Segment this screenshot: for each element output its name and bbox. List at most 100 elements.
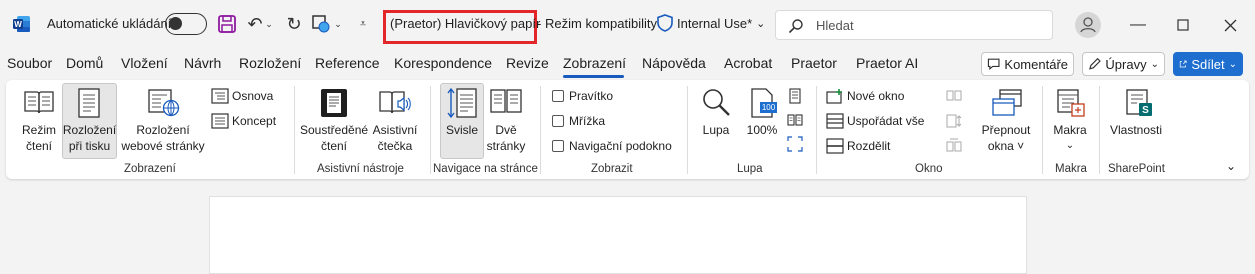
view-ribbon: Režim čtení Rozložení při tisku Rozložen… <box>6 80 1249 179</box>
share-icon <box>1179 60 1187 68</box>
tab-layout[interactable]: Rozložení <box>239 55 301 71</box>
nav-pane-checkbox[interactable] <box>552 140 564 152</box>
macros-dropdown-icon[interactable]: ⌄ <box>1046 138 1094 154</box>
search-input[interactable]: Hledat <box>775 10 1053 40</box>
tab-praetor-ai[interactable]: Praetor AI <box>856 55 918 71</box>
tab-review[interactable]: Revize <box>506 55 549 71</box>
vertical-icon <box>447 87 477 119</box>
tab-file[interactable]: Soubor <box>7 55 52 71</box>
web-layout-icon <box>148 89 180 117</box>
collapse-ribbon-icon[interactable]: ⌄ <box>1226 158 1236 174</box>
tab-mailings[interactable]: Korespondence <box>394 55 492 71</box>
save-icon[interactable] <box>217 14 237 34</box>
page-movement-group-label: Navigace na stránce <box>433 163 538 175</box>
group-separator <box>1042 86 1043 174</box>
view-side-by-side-icon[interactable] <box>946 88 962 102</box>
ruler-checkbox[interactable] <box>552 90 564 102</box>
focus-button[interactable]: Soustředěné čtení <box>300 122 368 154</box>
split-button[interactable]: Rozdělit <box>847 138 890 154</box>
immersive-group-label: Asistivní nástroje <box>317 163 404 175</box>
switch-windows-button[interactable]: Přepnout okna ˅ <box>976 122 1036 154</box>
zoom-icon <box>703 89 730 116</box>
side-by-side-label-1: Dvě <box>495 123 517 137</box>
multiple-pages-icon[interactable] <box>787 113 803 127</box>
read-mode-label-1: Režim <box>21 123 56 137</box>
print-layout-label: Rozložení při tisku <box>62 122 117 154</box>
show-group-label: Zobrazit <box>591 163 633 175</box>
side-by-side-button[interactable]: Dvě stránky <box>486 122 526 154</box>
close-button[interactable] <box>1217 12 1243 38</box>
focus-icon <box>321 89 347 117</box>
title-separator: - <box>537 16 542 31</box>
immersive-reader-button[interactable]: Asistivní čtečka <box>370 122 420 154</box>
sync-scrolling-icon[interactable] <box>946 113 962 129</box>
document-page[interactable] <box>209 196 1027 274</box>
search-placeholder: Hledat <box>816 18 854 33</box>
arrange-all-icon <box>826 113 844 129</box>
reset-window-icon[interactable] <box>946 138 962 154</box>
draft-button[interactable]: Koncept <box>232 113 276 129</box>
maximize-icon <box>1177 19 1189 31</box>
page-width-icon[interactable] <box>787 136 803 152</box>
arrange-all-button[interactable]: Uspořádat vše <box>847 113 924 129</box>
chevron-down-icon: ⌄ <box>756 17 766 30</box>
side-by-side-icon <box>490 89 522 113</box>
side-by-side-label-2: stránky <box>486 139 526 153</box>
hundred-percent-button[interactable]: 100% <box>742 122 782 138</box>
avatar[interactable] <box>1075 12 1101 38</box>
undo-dropdown-icon[interactable]: ⌄ <box>264 13 274 35</box>
customize-qat-icon[interactable]: ⩡ <box>352 13 374 35</box>
switch-windows-label-1: Přepnout <box>981 123 1031 137</box>
sensitivity-label[interactable]: Internal Use* ⌄ <box>657 14 765 32</box>
maximize-button[interactable] <box>1170 12 1196 38</box>
macros-group-label: Makra <box>1055 163 1087 175</box>
share-button[interactable]: Sdílet ⌄ <box>1173 52 1243 76</box>
properties-button[interactable]: Vlastnosti <box>1106 122 1166 138</box>
focus-label-1: Soustředěné <box>300 123 369 137</box>
undo-icon[interactable]: ↶ <box>244 13 266 35</box>
macros-button[interactable]: Makra <box>1046 122 1094 138</box>
shapes-icon[interactable] <box>311 14 331 34</box>
new-window-button[interactable]: Nové okno <box>847 88 904 104</box>
share-label: Sdílet <box>1191 56 1225 72</box>
chevron-down-icon: ⌄ <box>1150 58 1159 70</box>
properties-icon: S <box>1126 89 1152 116</box>
zoom-group-label: Lupa <box>737 163 763 175</box>
svg-text:W: W <box>14 20 22 29</box>
web-layout-label-2: webové stránky <box>121 139 205 153</box>
read-mode-icon <box>24 91 54 114</box>
tab-references[interactable]: Reference <box>315 55 380 71</box>
autosave-toggle[interactable] <box>165 13 207 35</box>
print-layout-label-1: Rozložení <box>62 123 117 137</box>
redo-icon[interactable]: ↻ <box>283 13 305 35</box>
switch-windows-icon <box>992 89 1022 116</box>
gridlines-checkbox[interactable] <box>552 115 564 127</box>
tab-help[interactable]: Nápověda <box>642 55 706 71</box>
outline-icon <box>211 88 229 104</box>
nav-pane-label: Navigační podokno <box>569 139 672 153</box>
pencil-icon <box>1089 57 1101 70</box>
outline-button[interactable]: Osnova <box>232 88 273 104</box>
reader-label-1: Asistivní <box>372 123 418 137</box>
comments-label: Komentáře <box>1004 56 1068 72</box>
editing-button[interactable]: Úpravy ⌄ <box>1082 52 1165 76</box>
tab-home[interactable]: Domů <box>66 55 103 71</box>
web-layout-label-1: Rozložení <box>136 123 190 137</box>
compatibility-mode-label: Režim kompatibility <box>545 16 657 31</box>
tab-praetor[interactable]: Praetor <box>791 55 837 71</box>
tab-view[interactable]: Zobrazení <box>563 55 626 71</box>
comments-button[interactable]: Komentáře <box>981 52 1074 76</box>
one-page-icon[interactable] <box>788 88 802 104</box>
shapes-dropdown-icon[interactable]: ⌄ <box>333 13 343 35</box>
hundred-badge: 100 <box>761 103 776 112</box>
user-icon <box>1080 17 1096 33</box>
group-separator <box>540 86 541 174</box>
read-mode-button[interactable]: Režim čtení <box>18 122 60 154</box>
minimize-button[interactable]: — <box>1125 12 1151 38</box>
web-layout-button[interactable]: Rozložení webové stránky <box>119 122 207 154</box>
tab-acrobat[interactable]: Acrobat <box>724 55 772 71</box>
title-bar: W Automatické ukládání ↶ ⌄ ↻ ⌄ ⩡ (Praeto… <box>0 0 1255 50</box>
tab-insert[interactable]: Vložení <box>121 55 168 71</box>
tab-design[interactable]: Návrh <box>184 55 221 71</box>
zoom-button[interactable]: Lupa <box>694 122 738 138</box>
